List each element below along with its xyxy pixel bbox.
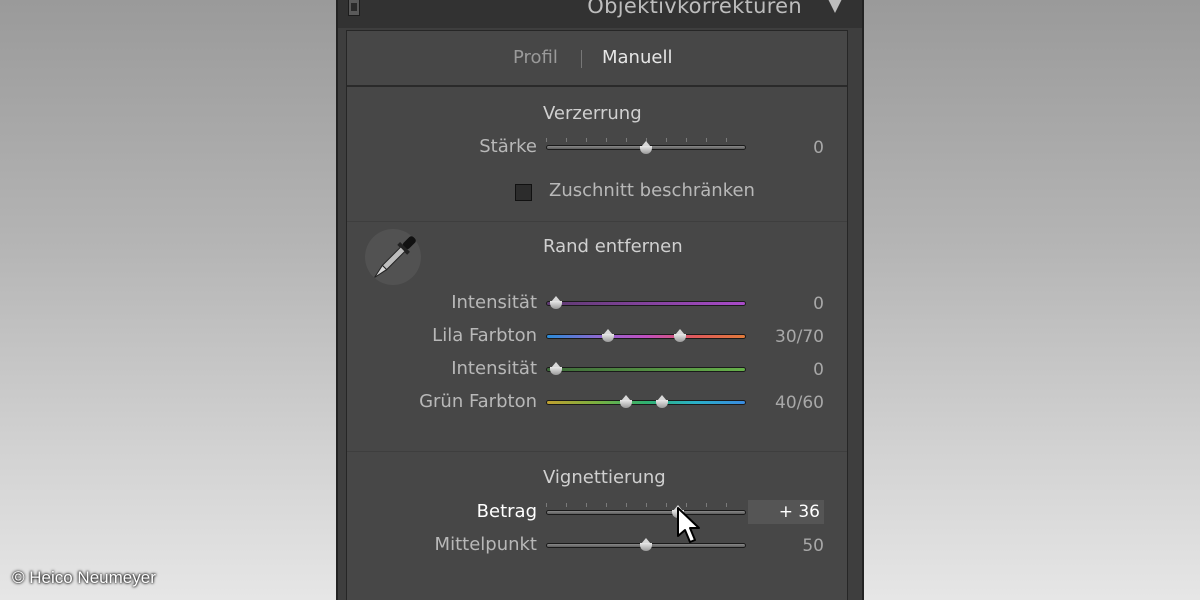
eyedropper-icon[interactable] [361, 227, 425, 291]
panel-header[interactable]: Objektivkorrekturen [338, 0, 862, 28]
lens-corrections-panel: Objektivkorrekturen Profil Manuell Verze… [336, 0, 864, 600]
staerke-value[interactable]: 0 [752, 138, 824, 158]
tab-profil[interactable]: Profil [513, 47, 558, 68]
intensitaet-lila-value[interactable]: 0 [752, 294, 824, 314]
section-title-rand-entfernen: Rand entfernen [543, 236, 683, 257]
triangle-down-icon[interactable] [828, 0, 842, 13]
intensitaet-gruen-thumb[interactable] [549, 362, 563, 376]
gruen-farbton-value[interactable]: 40/60 [752, 393, 824, 413]
panel-body: Profil Manuell Verzerrung Stärke 0 Zusch… [346, 30, 848, 600]
betrag-slider[interactable] [546, 510, 746, 515]
intensitaet-lila-slider[interactable] [546, 301, 746, 306]
staerke-slider-thumb[interactable] [639, 141, 653, 155]
intensitaet-gruen-label: Intensität [451, 358, 537, 379]
gruen-farbton-thumb-low[interactable] [619, 395, 633, 409]
section-divider [347, 451, 847, 452]
betrag-ticks [546, 503, 746, 507]
tab-manuell[interactable]: Manuell [602, 47, 672, 68]
section-title-vignettierung: Vignettierung [543, 467, 666, 488]
gruen-farbton-thumb-high[interactable] [655, 395, 669, 409]
intensitaet-lila-label: Intensität [451, 292, 537, 313]
panel-switch-icon[interactable] [348, 0, 360, 16]
gruen-farbton-slider[interactable] [546, 400, 746, 405]
betrag-value[interactable]: + 36 [748, 500, 824, 524]
section-divider [347, 221, 847, 222]
lila-farbton-thumb-low[interactable] [601, 329, 615, 343]
lila-farbton-value[interactable]: 30/70 [752, 327, 824, 347]
gruen-farbton-label: Grün Farbton [419, 391, 537, 412]
lila-farbton-slider[interactable] [546, 334, 746, 339]
mouse-pointer-icon [677, 507, 700, 543]
mittelpunkt-thumb[interactable] [639, 538, 653, 552]
lila-farbton-thumb-high[interactable] [673, 329, 687, 343]
zuschnitt-checkbox[interactable] [515, 184, 532, 201]
photo-credit: © Heico Neumeyer [12, 568, 156, 587]
mittelpunkt-label: Mittelpunkt [434, 534, 537, 555]
lila-farbton-label: Lila Farbton [432, 325, 537, 346]
section-title-verzerrung: Verzerrung [543, 103, 642, 124]
tab-separator [581, 50, 582, 68]
panel-title: Objektivkorrekturen [587, 0, 802, 18]
tab-bar: Profil Manuell [347, 31, 847, 87]
intensitaet-gruen-slider[interactable] [546, 367, 746, 372]
mittelpunkt-value[interactable]: 50 [752, 536, 824, 556]
betrag-label: Betrag [476, 501, 537, 522]
intensitaet-gruen-value[interactable]: 0 [752, 360, 824, 380]
zuschnitt-label[interactable]: Zuschnitt beschränken [549, 180, 755, 201]
staerke-label: Stärke [479, 136, 537, 157]
intensitaet-lila-thumb[interactable] [549, 296, 563, 310]
